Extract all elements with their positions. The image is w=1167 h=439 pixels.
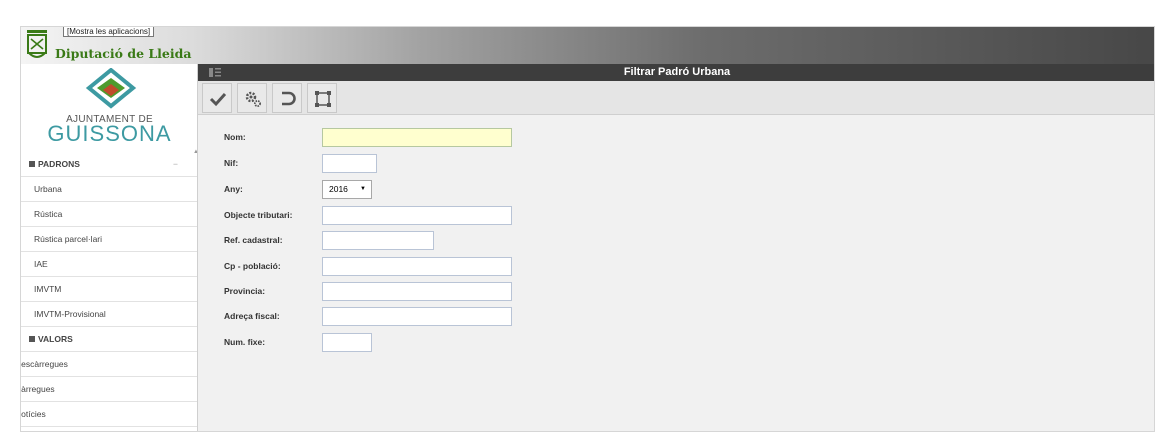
ref-cadastral-field[interactable] <box>322 231 434 250</box>
municipality-logo: AJUNTAMENT DE GUISSONA <box>21 64 197 148</box>
toolbar <box>198 81 1154 115</box>
top-header: [Mostra les aplicacions] Diputació de Ll… <box>21 27 1154 64</box>
nif-label: Nif: <box>224 158 239 168</box>
brand-title: Diputació de Lleida <box>55 46 192 61</box>
sidebar-item-rustica-parcellari[interactable]: Rústica parcel·lari <box>21 227 197 252</box>
sidebar: AJUNTAMENT DE GUISSONA ▲ PADRONS − Urban… <box>21 64 198 431</box>
main-panel: Filtrar Padró Urbana Nom: Nif: Any: 2016… <box>198 64 1154 431</box>
cp-poblacio-field[interactable] <box>322 257 512 276</box>
undo-icon <box>282 91 296 106</box>
sidebar-item-imvtm-provisional[interactable]: IMVTM-Provisional <box>21 302 197 327</box>
adreca-fiscal-field[interactable] <box>322 307 512 326</box>
sidebar-item-descarregues[interactable]: Descàrregues <box>21 352 197 377</box>
sidebar-item-iae[interactable]: IAE <box>21 252 197 277</box>
cp-poblacio-label: Cp - població: <box>224 261 281 271</box>
sidebar-item-carregues[interactable]: Càrregues <box>21 377 197 402</box>
collapse-icon[interactable]: − <box>173 152 178 177</box>
page: [Mostra les aplicacions] Diputació de Ll… <box>0 0 1167 439</box>
back-button[interactable] <box>272 83 302 113</box>
guissona-logo-icon <box>85 68 137 109</box>
provincia-field[interactable] <box>322 282 512 301</box>
options-button[interactable] <box>237 83 267 113</box>
panel-title: Filtrar Padró Urbana <box>623 66 731 78</box>
sidebar-item-urbana[interactable]: Urbana <box>21 177 197 202</box>
ref-cadastral-label: Ref. cadastral: <box>224 235 283 245</box>
adreca-fiscal-label: Adreça fiscal: <box>224 311 280 321</box>
fullscreen-button[interactable] <box>307 83 337 113</box>
sidebar-section-padrons[interactable]: PADRONS − <box>21 152 197 177</box>
dropdown-arrow-icon: ▼ <box>360 186 366 192</box>
app-window: [Mostra les aplicacions] Diputació de Ll… <box>20 26 1155 432</box>
any-value: 2016 <box>329 184 348 194</box>
nom-field[interactable] <box>322 128 512 147</box>
logo-line2: GUISSONA <box>47 121 172 146</box>
num-fixe-label: Num. fixe: <box>224 337 266 347</box>
sidebar-section-valors[interactable]: VALORS <box>21 327 197 352</box>
section-label: VALORS <box>38 334 73 344</box>
accept-button[interactable] <box>202 83 232 113</box>
filter-form: Nom: Nif: Any: 2016 ▼ Objecte tributari:… <box>198 115 1154 431</box>
section-square-icon <box>29 336 35 342</box>
sidebar-item-rustica[interactable]: Rústica <box>21 202 197 227</box>
sidebar-menu: PADRONS − Urbana Rústica Rústica parcel·… <box>21 152 197 427</box>
nif-field[interactable] <box>322 154 377 173</box>
sidebar-item-imvtm[interactable]: IMVTM <box>21 277 197 302</box>
section-label: PADRONS <box>38 159 80 169</box>
check-icon <box>209 92 227 107</box>
crest-icon <box>27 30 47 58</box>
expand-icon <box>315 91 331 107</box>
provincia-label: Provincia: <box>224 286 266 296</box>
any-label: Any: <box>224 184 243 194</box>
gears-icon <box>245 91 261 107</box>
nom-label: Nom: <box>224 132 246 142</box>
objecte-tributari-field[interactable] <box>322 206 512 225</box>
objecte-tributari-label: Objecte tributari: <box>224 210 293 220</box>
sidebar-item-noticies[interactable]: Notícies <box>21 402 197 427</box>
section-square-icon <box>29 161 35 167</box>
panel-titlebar: Filtrar Padró Urbana <box>198 64 1154 81</box>
num-fixe-field[interactable] <box>322 333 372 352</box>
show-apps-link[interactable]: [Mostra les aplicacions] <box>63 27 155 37</box>
any-select[interactable]: 2016 ▼ <box>322 180 372 199</box>
